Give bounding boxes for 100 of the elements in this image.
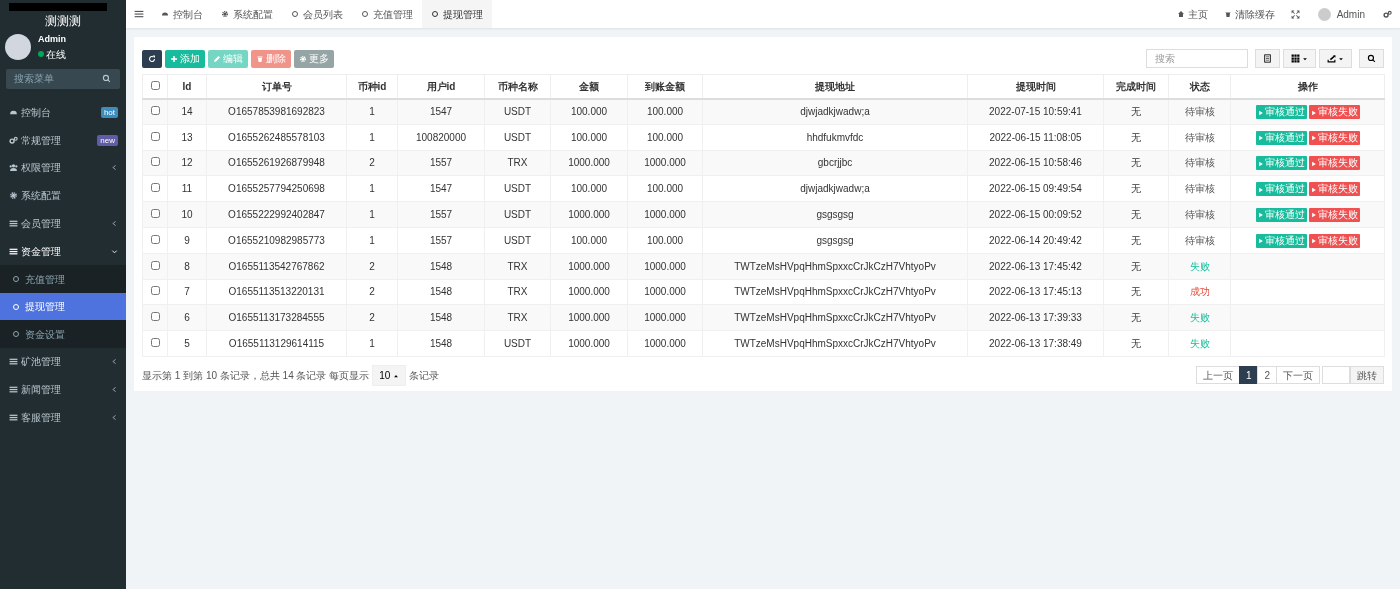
caret-icon[interactable] [1338, 55, 1344, 62]
list-icon [9, 219, 18, 229]
table-cell: 无 [1103, 279, 1169, 305]
play-icon[interactable] [1257, 160, 1264, 167]
table-cell: 1 [346, 124, 398, 151]
menu-item[interactable]: 权限管理 [0, 154, 126, 182]
reject-button[interactable]: 审核失败 [1308, 208, 1360, 223]
select-all-checkbox[interactable] [150, 80, 160, 90]
play-icon[interactable] [1310, 109, 1317, 116]
column-header: Id [167, 74, 207, 99]
table-cell: 无 [1103, 330, 1169, 357]
list-icon [9, 384, 18, 394]
play-icon[interactable] [1257, 238, 1264, 245]
jump-button[interactable]: 跳转 [1350, 366, 1384, 385]
menu-item[interactable]: 客服管理 [0, 403, 126, 432]
table-cell: 1000.000 [627, 253, 703, 280]
play-icon[interactable] [1257, 212, 1264, 219]
menu-item[interactable]: 新闻管理 [0, 375, 126, 404]
reject-button[interactable]: 审核失败 [1308, 182, 1360, 197]
prev-page-button[interactable]: 上一页 [1195, 366, 1240, 385]
status-text: 失败 [1189, 312, 1210, 324]
nav-tab[interactable]: 会员列表 [282, 0, 352, 28]
table-cell: 100820000 [397, 124, 485, 151]
table-cell: 9 [167, 227, 207, 254]
reject-button[interactable]: 审核失败 [1308, 233, 1360, 248]
fullscreen-icon[interactable] [1290, 9, 1300, 19]
table-cell: O1655113542767862 [206, 253, 347, 280]
play-icon[interactable] [1257, 186, 1264, 193]
row-checkbox[interactable] [150, 157, 160, 167]
menu-icon[interactable] [134, 9, 144, 19]
table-cell: gsgsgsg [702, 201, 968, 228]
column-header: 金额 [550, 74, 628, 99]
row-checkbox[interactable] [150, 209, 160, 219]
caret-icon[interactable] [393, 373, 400, 380]
gear-icon [299, 54, 307, 63]
table-cell: O1655261926879948 [206, 150, 347, 176]
row-checkbox[interactable] [150, 131, 160, 141]
nav-tab[interactable]: 控制台 [152, 0, 212, 28]
reject-button[interactable]: 审核失败 [1308, 105, 1360, 120]
play-icon[interactable] [1310, 135, 1317, 142]
topbar-link[interactable]: 清除缓存 [1215, 0, 1283, 28]
table-cell: 1 [346, 175, 398, 202]
refresh-icon [148, 54, 156, 63]
caret-icon[interactable] [1302, 55, 1308, 62]
reject-button[interactable]: 审核失败 [1308, 130, 1360, 145]
page-button[interactable]: 1 [1238, 366, 1259, 385]
nav-tab[interactable]: 系统配置 [212, 0, 282, 28]
refresh-button[interactable] [142, 49, 162, 68]
play-icon[interactable] [1310, 186, 1317, 193]
table-cell: 1557 [397, 201, 485, 228]
menu-item[interactable]: 资金管理 [0, 237, 126, 266]
export-icon[interactable] [1327, 54, 1336, 63]
settings-icon[interactable] [1383, 9, 1392, 19]
user-status: 在线 [46, 47, 66, 62]
menu-search-field[interactable]: 搜索菜单 [12, 70, 102, 87]
search-field[interactable]: 搜索 [1146, 49, 1248, 68]
play-icon[interactable] [1257, 135, 1264, 142]
menu-search-box[interactable]: 搜索菜单 [6, 68, 120, 89]
play-icon[interactable] [1257, 109, 1264, 116]
submenu-item[interactable]: 资金设置 [0, 320, 126, 348]
page-number-field[interactable] [1322, 366, 1350, 385]
row-checkbox[interactable] [150, 338, 160, 348]
row-checkbox[interactable] [150, 260, 160, 270]
table-cell: 1548 [397, 304, 485, 331]
page-size-dropdown[interactable]: 10 [372, 364, 407, 386]
table-cell: 无 [1103, 124, 1169, 151]
row-checkbox[interactable] [150, 106, 160, 116]
status-text: 待审核 [1184, 234, 1215, 246]
submenu-item[interactable]: 提现管理 [0, 292, 126, 321]
row-checkbox[interactable] [150, 312, 160, 322]
row-checkbox[interactable] [150, 286, 160, 296]
topbar-link[interactable]: 主页 [1168, 0, 1216, 28]
nav-tab[interactable]: 充值管理 [352, 0, 422, 28]
menu-item[interactable]: 系统配置 [0, 181, 126, 210]
column-header: 状态 [1168, 74, 1231, 99]
table-cell: O1655222992402847 [206, 201, 347, 228]
menu-item[interactable]: 控制台 hot [0, 98, 126, 127]
menu-item[interactable]: 常规管理 new [0, 126, 126, 155]
status-text: 待审核 [1184, 183, 1215, 195]
table-cell: 1557 [397, 150, 485, 176]
row-checkbox[interactable] [150, 183, 160, 193]
next-page-button[interactable]: 下一页 [1276, 366, 1320, 385]
menu-item[interactable]: 矿池管理 [0, 347, 126, 376]
status-text: 待审核 [1184, 106, 1215, 118]
menu-item[interactable]: 会员管理 [0, 209, 126, 238]
table-view-icon[interactable] [1263, 54, 1272, 63]
play-icon[interactable] [1310, 238, 1317, 245]
search-icon[interactable] [1367, 54, 1376, 63]
user-menu[interactable]: Admin [1307, 0, 1375, 28]
page-button[interactable]: 2 [1257, 366, 1277, 385]
status-text: 失败 [1189, 260, 1210, 272]
play-icon[interactable] [1310, 160, 1317, 167]
reject-button[interactable]: 审核失败 [1308, 156, 1360, 171]
nav-tab[interactable]: 提现管理 [422, 0, 492, 28]
row-checkbox[interactable] [150, 234, 160, 244]
play-icon[interactable] [1310, 212, 1317, 219]
columns-icon[interactable] [1291, 54, 1300, 63]
submenu-item[interactable]: 充值管理 [0, 265, 126, 293]
menu-badge: hot [100, 106, 118, 118]
status-text: 失败 [1189, 338, 1210, 350]
